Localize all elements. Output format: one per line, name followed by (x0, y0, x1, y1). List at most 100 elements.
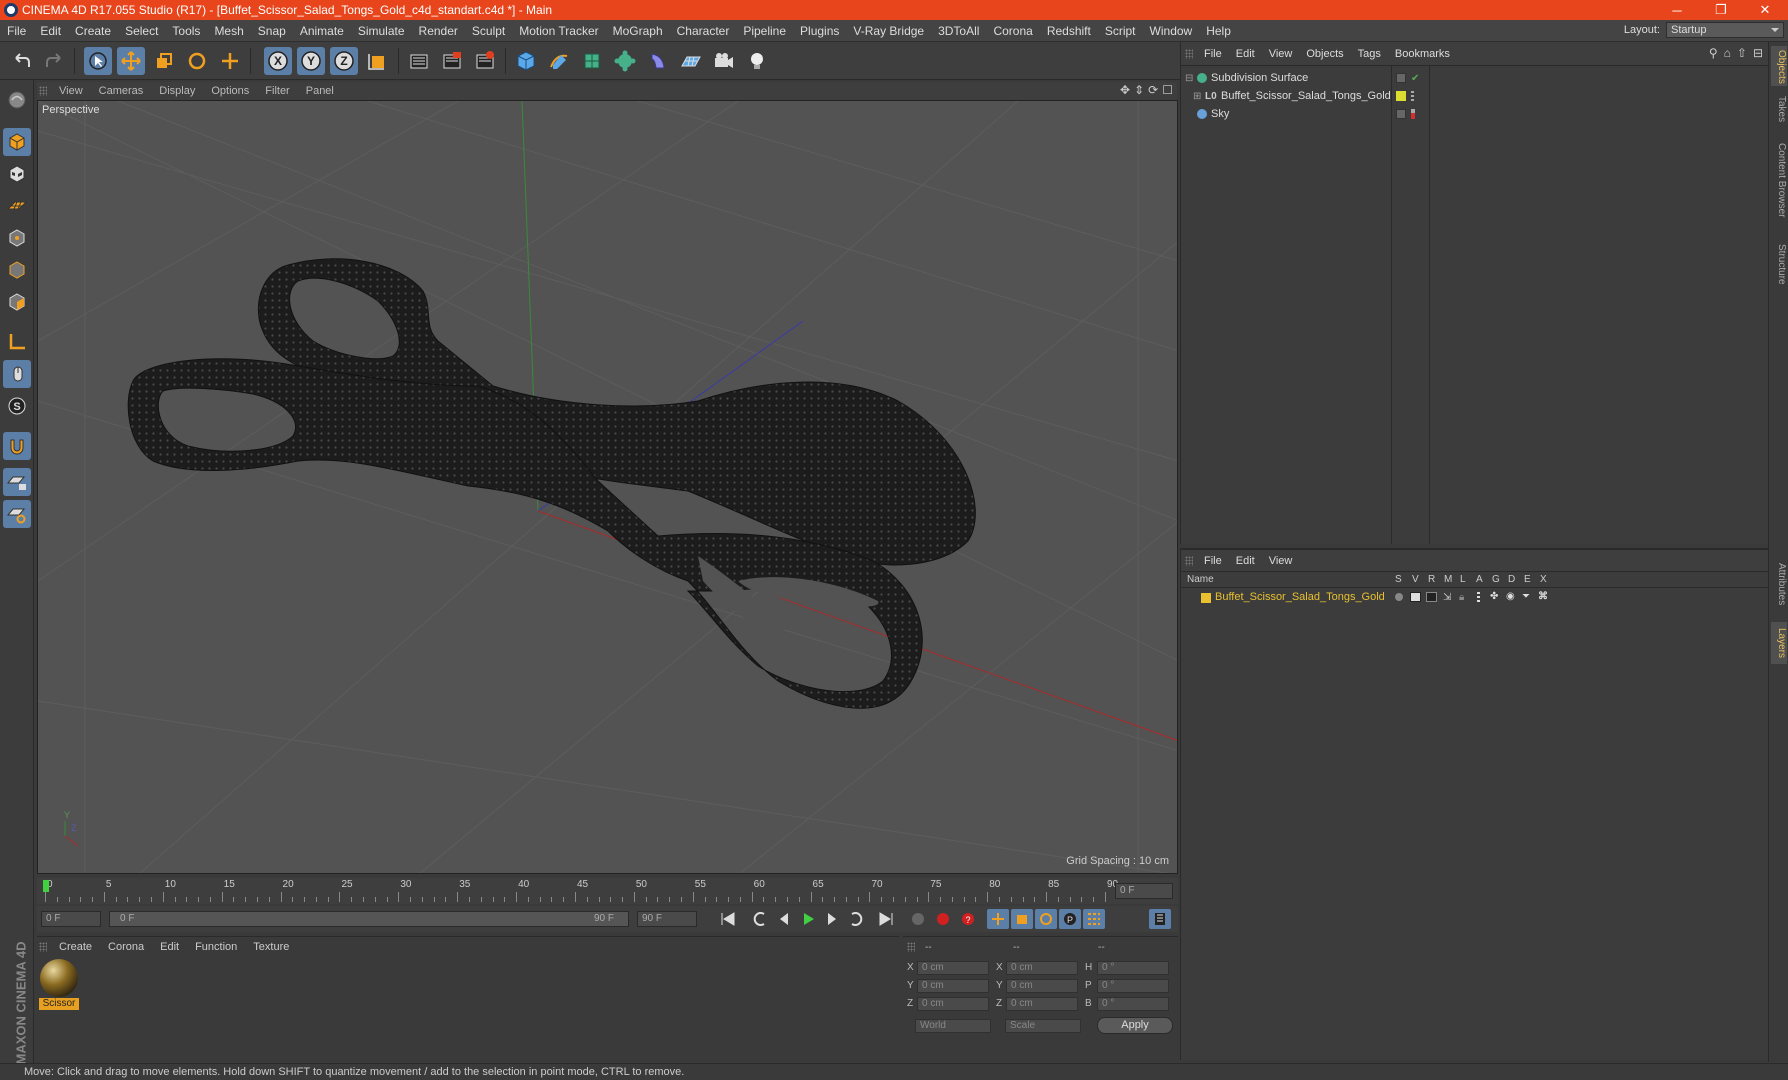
menu-redshift[interactable]: Redshift (1040, 24, 1098, 38)
menu-script[interactable]: Script (1098, 24, 1143, 38)
menu-create[interactable]: Create (68, 24, 118, 38)
new-view-icon[interactable]: ⊟ (1753, 46, 1763, 60)
material-menu-create[interactable]: Create (51, 941, 100, 953)
layer-menu-file[interactable]: File (1197, 555, 1229, 567)
viewport-menu-panel[interactable]: Panel (298, 85, 342, 97)
undo-icon[interactable] (8, 47, 36, 75)
menu-tools[interactable]: Tools (165, 24, 207, 38)
layer-expressions-icon[interactable]: ⏷ (1522, 591, 1530, 602)
key-position-icon[interactable] (987, 909, 1009, 929)
menu-edit[interactable]: Edit (33, 24, 68, 38)
texture-mode-icon[interactable] (3, 160, 31, 188)
menu-character[interactable]: Character (670, 24, 737, 38)
layer-solo-header[interactable]: S (1395, 574, 1402, 585)
editor-visibility-toggle[interactable] (1396, 73, 1406, 83)
layer-deformers-icon[interactable]: ◉ (1506, 591, 1515, 602)
previous-frame-icon[interactable] (773, 909, 795, 929)
viewport-rotate-icon[interactable]: ⟳ (1148, 83, 1158, 97)
menu-select[interactable]: Select (118, 24, 165, 38)
layer-view-eye-icon[interactable] (1410, 592, 1421, 602)
menu-pipeline[interactable]: Pipeline (736, 24, 793, 38)
snap-magnet-icon[interactable] (3, 432, 31, 460)
menu-snap[interactable]: Snap (251, 24, 293, 38)
object-row-tongs-model[interactable]: ⊞ L0 Buffet_Scissor_Salad_Tongs_Gold (1181, 87, 1769, 105)
end-frame-field[interactable]: 90 F (637, 911, 697, 927)
redo-icon[interactable] (40, 47, 68, 75)
position-z-field[interactable]: 0 cm (917, 997, 989, 1011)
panel-grip[interactable] (907, 942, 915, 952)
current-frame-field[interactable]: 0 F (1115, 883, 1173, 899)
layer-view-header[interactable]: V (1412, 574, 1419, 585)
play-icon[interactable] (797, 909, 819, 929)
timeline-window-icon[interactable] (1149, 909, 1171, 929)
record-icon[interactable] (932, 909, 954, 929)
subdivision-surface-icon[interactable] (578, 47, 606, 75)
menu-file[interactable]: File (0, 24, 33, 38)
menu-sculpt[interactable]: Sculpt (465, 24, 512, 38)
menu-mograph[interactable]: MoGraph (606, 24, 670, 38)
lock-workplane-icon[interactable] (3, 468, 31, 496)
viewport-menu-display[interactable]: Display (151, 85, 203, 97)
cloner-icon[interactable] (611, 47, 639, 75)
tab-layers[interactable]: Layers (1771, 622, 1787, 664)
rotation-p-field[interactable]: 0 ° (1097, 979, 1169, 993)
menu-motion-tracker[interactable]: Motion Tracker (512, 24, 605, 38)
viewport-move-icon[interactable]: ✥ (1120, 83, 1130, 97)
floor-icon[interactable] (677, 47, 705, 75)
rotation-b-field[interactable]: 0 ° (1097, 997, 1169, 1011)
panel-grip[interactable] (1185, 555, 1193, 566)
make-editable-icon[interactable] (3, 86, 31, 114)
motion-path-icon[interactable] (907, 909, 929, 929)
layer-animation-icon[interactable] (1477, 592, 1480, 602)
layer-deformers-header[interactable]: D (1508, 574, 1515, 585)
menu-corona[interactable]: Corona (986, 24, 1039, 38)
perspective-viewport[interactable]: Y Z Perspective Grid Spacing : 10 cm (37, 100, 1178, 874)
layer-lock-header[interactable]: L (1460, 574, 1466, 585)
position-y-field[interactable]: 0 cm (917, 979, 989, 993)
render-visibility-icon[interactable] (1411, 109, 1415, 119)
size-mode-select[interactable]: Scale (1005, 1019, 1081, 1033)
previous-key-icon[interactable] (749, 909, 771, 929)
menu-vray-bridge[interactable]: V-Ray Bridge (846, 24, 931, 38)
tab-takes[interactable]: Takes (1771, 92, 1787, 124)
axis-mode-icon[interactable] (3, 328, 31, 356)
layer-lock-icon[interactable]: 🔒︎ (1459, 592, 1464, 603)
panel-grip[interactable] (39, 942, 47, 952)
menu-mesh[interactable]: Mesh (207, 24, 250, 38)
home-icon[interactable]: ⌂ (1724, 46, 1731, 60)
enabled-checkmark-icon[interactable]: ✔ (1411, 73, 1419, 84)
panel-grip[interactable] (1185, 48, 1193, 59)
menu-render[interactable]: Render (412, 24, 465, 38)
menu-window[interactable]: Window (1143, 24, 1200, 38)
search-icon[interactable]: ⚲ (1709, 46, 1718, 60)
object-menu-file[interactable]: File (1197, 48, 1229, 60)
go-to-end-icon[interactable] (875, 909, 897, 929)
collapse-toggle[interactable]: ⊟ (1185, 73, 1193, 84)
menu-help[interactable]: Help (1199, 24, 1238, 38)
visibility-dots-icon[interactable] (1411, 91, 1414, 101)
z-axis-lock-icon[interactable]: Z (330, 47, 358, 75)
layer-color-swatch[interactable] (1201, 593, 1211, 603)
key-rotation-icon[interactable] (1035, 909, 1057, 929)
key-scale-icon[interactable] (1011, 909, 1033, 929)
start-frame-field[interactable]: 0 F (41, 911, 101, 927)
workplane-icon[interactable] (3, 192, 31, 220)
autokey-icon[interactable]: ? (957, 909, 979, 929)
material-menu-corona[interactable]: Corona (100, 941, 152, 953)
layer-color-swatch[interactable] (1396, 91, 1406, 101)
rotate-tool-icon[interactable] (183, 47, 211, 75)
render-view-icon[interactable] (405, 47, 433, 75)
menu-3dtoall[interactable]: 3DToAll (931, 24, 986, 38)
transform-tool-icon[interactable] (216, 47, 244, 75)
menu-simulate[interactable]: Simulate (351, 24, 412, 38)
points-mode-icon[interactable] (3, 224, 31, 252)
timeline-ruler[interactable]: 0 5 10 15 20 25 30 35 40 45 50 55 60 65 70 75 80 85 90 0 F (37, 878, 1178, 904)
layer-render-header[interactable]: R (1428, 574, 1435, 585)
move-tool-icon[interactable] (117, 47, 145, 75)
object-menu-objects[interactable]: Objects (1299, 48, 1350, 60)
key-parameter-icon[interactable]: P (1059, 909, 1081, 929)
light-icon[interactable] (743, 47, 771, 75)
viewport-maximize-icon[interactable]: ☐ (1162, 83, 1173, 97)
deformer-icon[interactable] (644, 47, 672, 75)
tab-content-browser[interactable]: Content Browser (1771, 130, 1787, 230)
